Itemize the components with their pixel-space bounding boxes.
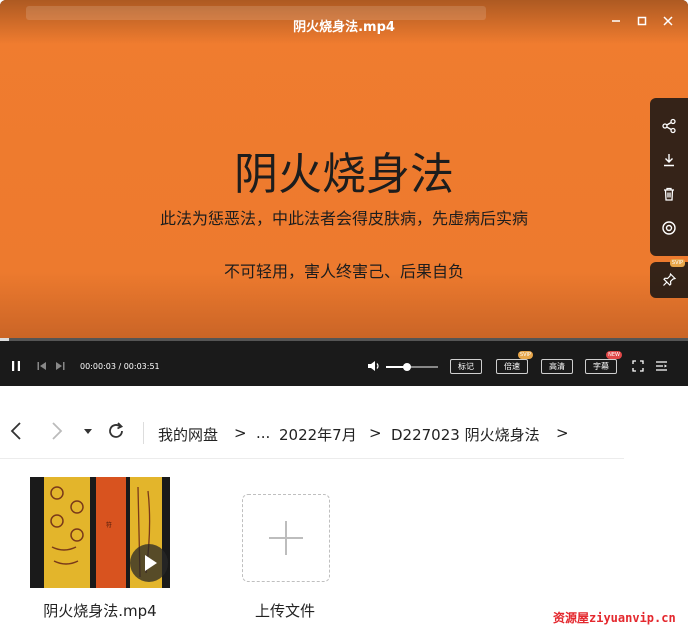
time-display: 00:00:03 / 00:03:51 (80, 362, 160, 371)
svg-text:符: 符 (106, 521, 112, 529)
breadcrumb-item[interactable]: 我的网盘 (158, 424, 218, 445)
delete-icon[interactable] (650, 179, 688, 209)
upload-button[interactable] (242, 494, 330, 582)
subtitle-label: 字幕 (593, 362, 609, 371)
slide-line-1: 此法为惩恶法，中此法者会得皮肤病，先虚病后实病 (159, 209, 528, 228)
volume-knob[interactable] (402, 363, 411, 371)
plus-icon (269, 521, 303, 555)
back-icon[interactable] (9, 420, 23, 447)
speed-label: 倍速 (504, 362, 520, 371)
speed-button[interactable]: 倍速 SVIP (496, 351, 533, 374)
share-icon[interactable] (650, 111, 688, 141)
window-title: 阴火烧身法.mp4 (293, 20, 395, 35)
download-icon[interactable] (650, 145, 688, 175)
play-icon[interactable] (130, 544, 168, 582)
divider (0, 458, 624, 459)
slide-title: 阴火烧身法 (234, 149, 454, 200)
fullscreen-icon[interactable] (632, 360, 644, 375)
pin-icon (663, 272, 677, 286)
file-name[interactable]: 阴火烧身法.mp4 (30, 600, 170, 621)
volume-icon[interactable] (367, 360, 381, 375)
minimize-icon[interactable] (606, 13, 626, 33)
refresh-icon[interactable] (106, 420, 126, 447)
playlist-icon[interactable] (655, 360, 668, 375)
video-file-thumbnail[interactable]: 符 (30, 477, 170, 588)
mark-button[interactable]: 标记 (450, 359, 482, 374)
breadcrumb-chevron-icon: > (234, 424, 247, 442)
forward-icon[interactable] (50, 420, 64, 447)
pin-button[interactable]: SVIP (650, 259, 688, 298)
progress-fill (0, 338, 9, 341)
pause-icon[interactable] (10, 360, 22, 375)
dropdown-icon[interactable] (83, 420, 93, 447)
nav-divider (143, 422, 144, 444)
target-icon[interactable] (650, 213, 688, 243)
watermark-text: 资源屋ziyuanvip.cn (553, 611, 676, 625)
quality-button[interactable]: 高清 (541, 359, 573, 374)
control-bar: 00:00:03 / 00:03:51 标记 倍速 SVIP 高清 字幕 NEW (0, 338, 688, 386)
side-toolbar (650, 98, 688, 256)
next-icon[interactable] (54, 360, 66, 375)
video-frame[interactable]: 阴火烧身法.mp4 阴火烧身法 此法为惩恶法，中此法者会得皮肤病，先虚病后实病 … (0, 0, 688, 340)
progress-bar[interactable] (0, 338, 688, 341)
breadcrumb-chevron-icon: > (369, 424, 382, 442)
breadcrumb-item[interactable]: ... (256, 424, 270, 442)
title-bar: 阴火烧身法.mp4 (0, 0, 688, 44)
pin-svip-badge: SVIP (669, 259, 685, 267)
breadcrumb-chevron-icon: > (556, 424, 569, 442)
subtitle-new-badge: NEW (606, 351, 622, 359)
previous-icon[interactable] (36, 360, 48, 375)
navigation-bar: 我的网盘 > ... 2022年7月 > D227023 阴火烧身法 > (0, 416, 688, 448)
speed-svip-badge: SVIP (517, 351, 533, 359)
slide-line-2: 不可轻用，害人终害己、后果自负 (223, 262, 464, 281)
upload-label: 上传文件 (254, 602, 315, 620)
breadcrumb-item[interactable]: 2022年7月 (279, 424, 357, 445)
maximize-icon[interactable] (632, 13, 652, 33)
video-player: 阴火烧身法.mp4 阴火烧身法 此法为惩恶法，中此法者会得皮肤病，先虚病后实病 … (0, 0, 688, 386)
volume-slider[interactable] (386, 363, 438, 371)
subtitle-button[interactable]: 字幕 NEW (585, 351, 622, 374)
close-icon[interactable] (658, 13, 678, 33)
breadcrumb-item[interactable]: D227023 阴火烧身法 (391, 424, 540, 445)
